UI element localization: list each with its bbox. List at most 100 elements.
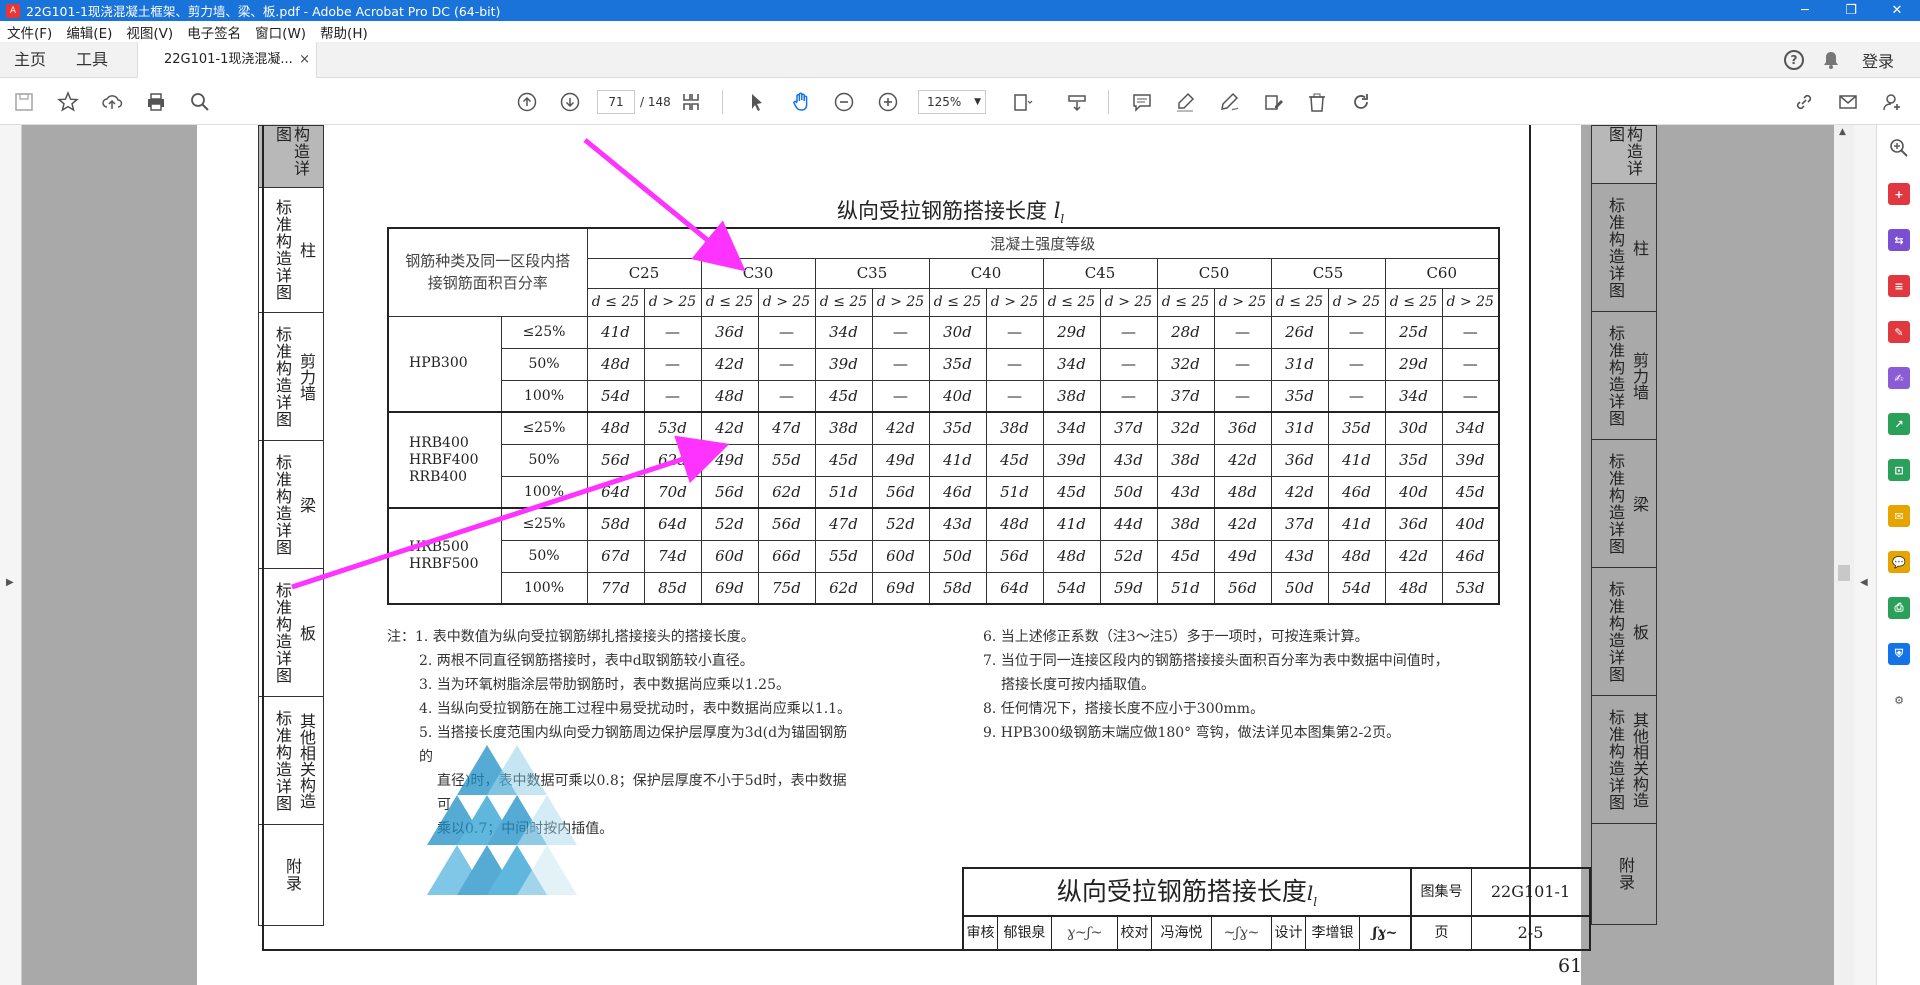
page-number-input[interactable]: 71 [597,90,635,114]
page-display-icon[interactable] [1008,88,1036,116]
zoom-in-icon[interactable] [874,88,902,116]
lap-length-cell: 56d [700,475,759,509]
lap-length-cell: 48d [1042,539,1101,573]
expand-left-icon[interactable]: ▶ [6,577,14,588]
left-panel-collapsed[interactable]: ▶ [0,125,22,985]
lap-length-cell: 70d [643,475,702,509]
lap-length-cell: 74d [643,539,702,573]
stamp-edit-icon[interactable] [1259,88,1287,116]
save-icon[interactable] [10,88,38,116]
zoom-select[interactable]: 125% ▼ [918,90,986,114]
login-link[interactable]: 登录 [1862,48,1894,72]
zoom-icon[interactable] [1888,137,1910,159]
tab-document[interactable]: 22G101-1现浇混凝... × [137,42,317,78]
more-tools-icon[interactable]: ⚙ [1888,689,1910,711]
protect-icon[interactable]: ⛨ [1888,643,1910,665]
send-for-comments-icon[interactable]: ✉ [1888,505,1910,527]
add-user-icon[interactable] [1878,88,1906,116]
menu-view[interactable]: 视图(V) [119,22,180,42]
comment-icon[interactable] [1128,88,1156,116]
diameter-header: d ≤ 25 [586,287,645,317]
vertical-scrollbar[interactable]: ▲ [1834,125,1854,985]
diameter-header: d > 25 [1213,287,1272,317]
lap-length-cell: 45d [1441,475,1500,509]
comment-tool-icon[interactable]: 💬 [1888,551,1910,573]
diameter-header: d ≤ 25 [814,287,873,317]
menu-window[interactable]: 窗口(W) [248,22,313,42]
diameter-header: d > 25 [757,287,816,317]
zoom-value: 125% [927,95,962,109]
close-tab-icon[interactable]: × [299,42,310,78]
lap-length-cell: 39d [1042,443,1101,477]
lap-length-cell: 42d [1384,539,1443,573]
lap-length-cell: — [643,379,702,413]
scroll-thumb[interactable] [1838,565,1850,581]
hand-tool-icon[interactable] [787,88,815,116]
lap-length-cell: 38d [1156,507,1215,541]
organize-pages-icon[interactable]: ≡ [1888,275,1910,297]
rebar-grade-cell: HPB300 [387,315,502,413]
lap-length-cell: 47d [757,411,816,445]
edit-pdf-icon[interactable]: ✎ [1888,321,1910,343]
lap-length-cell: 32d [1156,411,1215,445]
lap-length-cell: 64d [985,571,1044,605]
menu-esign[interactable]: 电子签名 [180,22,248,42]
collapse-right-icon[interactable]: ◀ [1860,577,1868,588]
page-thumbnails-icon[interactable] [677,88,705,116]
lap-length-cell: 51d [814,475,873,509]
print-production-icon[interactable]: ⎙ [1888,597,1910,619]
highlight-pen-icon[interactable] [1171,88,1199,116]
redo-icon[interactable] [1347,88,1375,116]
title-block: 纵向受拉钢筋搭接长度ll 图集号 22G101-1 页 2-5 审核 郁银泉 ɣ… [962,867,1591,951]
print-icon[interactable] [142,88,170,116]
lap-length-cell: 48d [700,379,759,413]
help-icon[interactable]: ? [1783,50,1804,70]
tab-tools[interactable]: 工具 [76,42,108,78]
tab-home[interactable]: 主页 [14,42,46,78]
create-pdf-icon[interactable]: + [1888,183,1910,205]
grade-header: C55 [1270,257,1386,289]
upload-cloud-icon[interactable] [98,88,126,116]
lap-length-cell: 35d [1384,443,1443,477]
page-down-icon[interactable] [556,88,584,116]
lap-length-cell: 38d [1042,379,1101,413]
combine-files-icon[interactable]: ⇆ [1888,229,1910,251]
scroll-up-icon[interactable]: ▲ [1839,127,1846,137]
lap-length-cell: 66d [757,539,816,573]
scan-ocr-icon[interactable]: ⊡ [1888,459,1910,481]
diameter-header: d ≤ 25 [1042,287,1101,317]
note-6: 6. 当上述修正系数（注3～注5）多于一项时，可按连乘计算。 [983,629,1369,645]
note-8: 8. 任何情况下，搭接长度不应小于300mm。 [983,701,1265,717]
search-icon[interactable] [186,88,214,116]
lap-length-cell: 58d [586,507,645,541]
star-icon[interactable] [54,88,82,116]
table-row: 50% 67d 74d 60d 66d 55d 60d 50d 56d 48d 52d 45d 49d 4… [388,539,1500,573]
close-window-icon[interactable]: ✕ [1874,0,1920,21]
fill-sign-icon[interactable]: ✍ [1888,367,1910,389]
draw-pen-icon[interactable] [1215,88,1243,116]
share-link-icon[interactable] [1790,88,1818,116]
bell-icon[interactable] [1822,50,1840,70]
delete-icon[interactable] [1303,88,1331,116]
page-up-icon[interactable] [513,88,541,116]
select-cursor-icon[interactable] [743,88,771,116]
tab-bar: 主页 工具 22G101-1现浇混凝... × ? 登录 [0,42,1920,78]
lap-length-cell: — [1327,347,1386,381]
lap-length-cell: 42d [1213,443,1272,477]
zoom-out-icon[interactable] [830,88,858,116]
page-code: 2-5 [1517,923,1544,942]
menu-edit[interactable]: 编辑(E) [59,22,119,42]
right-panel-toggle[interactable]: ◀ [1854,125,1876,985]
scroll-mode-icon[interactable] [1063,88,1091,116]
lap-length-cell: 34d [1441,411,1500,445]
restore-icon[interactable]: ❐ [1828,0,1874,21]
notes-right: 6. 当上述修正系数（注3～注5）多于一项时，可按连乘计算。 7. 当位于同一连… [983,625,1543,745]
menu-help[interactable]: 帮助(H) [313,22,375,42]
table-row: HRB500 HRBF500 ≤25% 58d 64d 52d 56d 47d 52d 43d 4… [387,507,1500,605]
email-icon[interactable] [1834,88,1862,116]
minimize-icon[interactable]: ─ [1782,0,1828,21]
menu-file[interactable]: 文件(F) [0,22,59,42]
lap-length-cell: 34d [814,315,873,349]
lap-length-cell: 58d [928,571,987,605]
export-pdf-icon[interactable]: ↗ [1888,413,1910,435]
